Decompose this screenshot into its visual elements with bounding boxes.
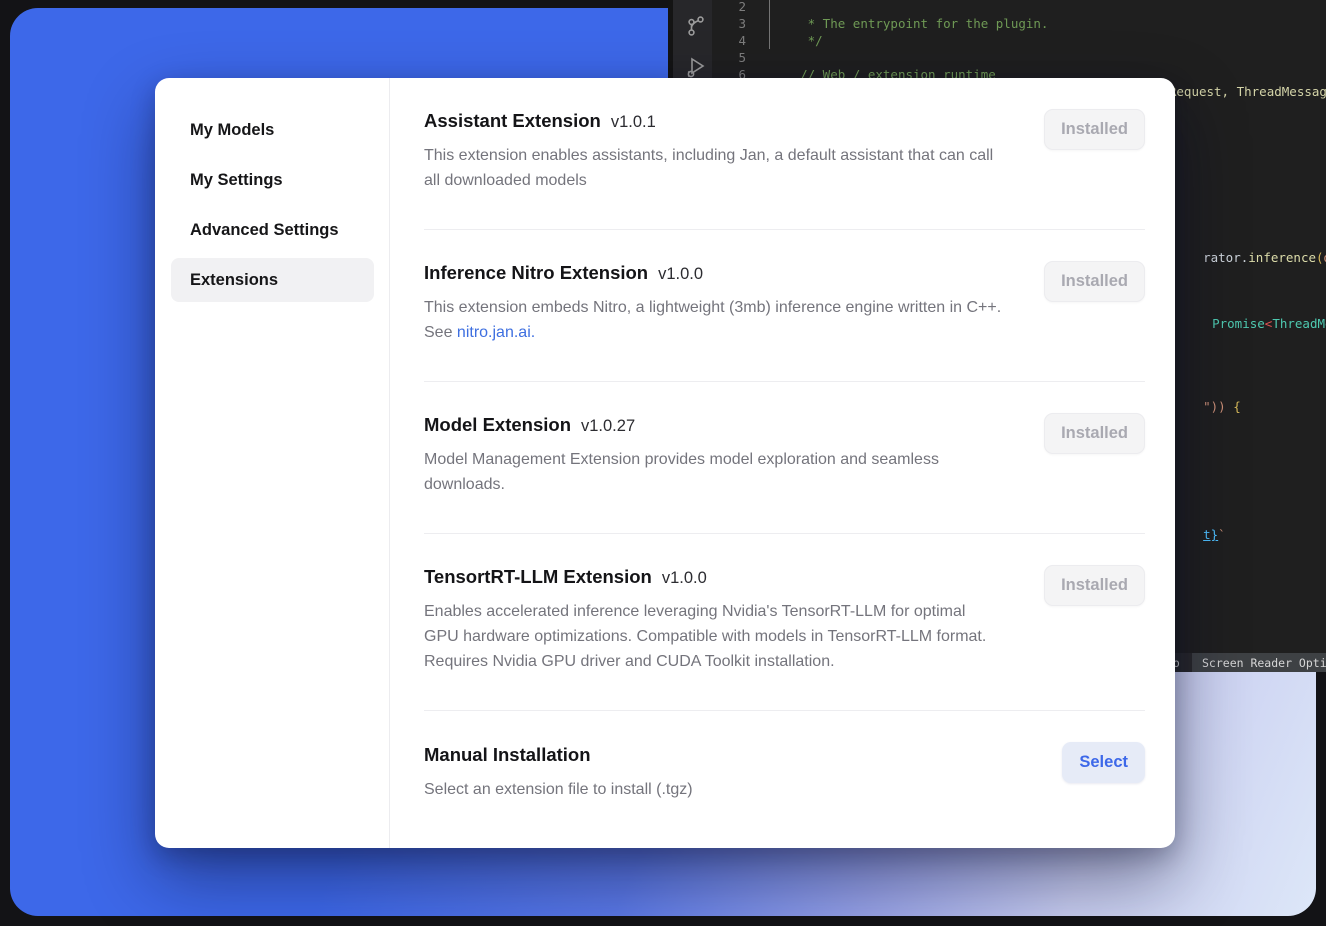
code-function: inference (1248, 250, 1316, 265)
select-file-button[interactable]: Select (1062, 742, 1145, 783)
installed-button[interactable]: Installed (1044, 261, 1145, 302)
sidebar-item-extensions[interactable]: Extensions (171, 258, 374, 302)
extension-version: v1.0.27 (581, 417, 635, 435)
settings-sidebar: My Models My Settings Advanced Settings … (155, 78, 390, 848)
code-bracket: { (1226, 399, 1241, 414)
extensions-panel: Assistant Extension v1.0.1 This extension… (390, 78, 1175, 848)
installed-button[interactable]: Installed (1044, 565, 1145, 606)
sidebar-item-my-models[interactable]: My Models (171, 108, 374, 152)
extension-description: Model Management Extension provides mode… (424, 447, 1002, 497)
code-template-link: t} (1203, 527, 1218, 542)
nitro-jan-ai-link[interactable]: nitro.jan.ai. (457, 324, 535, 341)
extension-description: This extension enables assistants, inclu… (424, 143, 1002, 193)
extension-row-assistant: Assistant Extension v1.0.1 This extension… (424, 78, 1145, 230)
extension-heading: TensortRT-LLM Extension v1.0.0 (424, 563, 1145, 590)
code-type: Promise (1212, 316, 1265, 331)
line-number: 5 (712, 49, 746, 66)
extension-row-model: Model Extension v1.0.27 Model Management … (424, 382, 1145, 534)
installed-button[interactable]: Installed (1044, 413, 1145, 454)
code-fragment: t}` (1173, 509, 1226, 560)
code-string: ` (1218, 527, 1226, 542)
extension-version: v1.0.0 (658, 265, 703, 283)
extension-heading: Inference Nitro Extension v1.0.0 (424, 259, 1145, 286)
code-text: rator. (1203, 250, 1248, 265)
manual-installation-description: Select an extension file to install (.tg… (424, 777, 1002, 802)
extension-row-tensorrt-llm: TensortRT-LLM Extension v1.0.0 Enables ac… (424, 534, 1145, 711)
extension-name: Inference Nitro Extension (424, 262, 648, 283)
extension-heading: Assistant Extension v1.0.1 (424, 107, 1145, 134)
run-debug-icon[interactable] (684, 55, 708, 79)
installed-button[interactable]: Installed (1044, 109, 1145, 150)
extension-description: Enables accelerated inference leveraging… (424, 599, 1002, 674)
code-type: ThreadMessage (1272, 316, 1326, 331)
code-fragment: ")) { (1173, 381, 1241, 432)
extension-name: Assistant Extension (424, 110, 601, 131)
extension-name: TensortRT-LLM Extension (424, 566, 652, 587)
manual-installation-heading: Manual Installation (424, 741, 1145, 768)
code-fragment: rator.inference(data)); (1173, 232, 1326, 283)
extension-name: Model Extension (424, 414, 571, 435)
code-comment: */ (800, 33, 823, 48)
code-string: ")) (1203, 399, 1226, 414)
code-fragment: Promise<ThreadMessage> (1182, 298, 1326, 349)
code-comment: * The entrypoint for the plugin. (800, 16, 1048, 31)
line-number: 2 (712, 0, 746, 15)
line-number: 4 (712, 32, 746, 49)
manual-installation-row: Manual Installation Select an extension … (424, 711, 1145, 827)
jan-settings-modal: My Models My Settings Advanced Settings … (155, 78, 1175, 848)
sidebar-item-advanced-settings[interactable]: Advanced Settings (171, 208, 374, 252)
screen-reader-status-item[interactable]: Screen Reader Optimize (1192, 653, 1326, 672)
extension-heading: Model Extension v1.0.27 (424, 411, 1145, 438)
source-control-icon[interactable] (684, 14, 708, 38)
manual-installation-title: Manual Installation (424, 744, 591, 765)
extension-row-inference-nitro: Inference Nitro Extension v1.0.0 This ext… (424, 230, 1145, 382)
code-bracket: ( (1316, 250, 1324, 265)
sidebar-item-my-settings[interactable]: My Settings (171, 158, 374, 202)
extension-version: v1.0.1 (611, 113, 656, 131)
extension-description: This extension embeds Nitro, a lightweig… (424, 295, 1002, 345)
line-number: 3 (712, 15, 746, 32)
extension-version: v1.0.0 (662, 569, 707, 587)
